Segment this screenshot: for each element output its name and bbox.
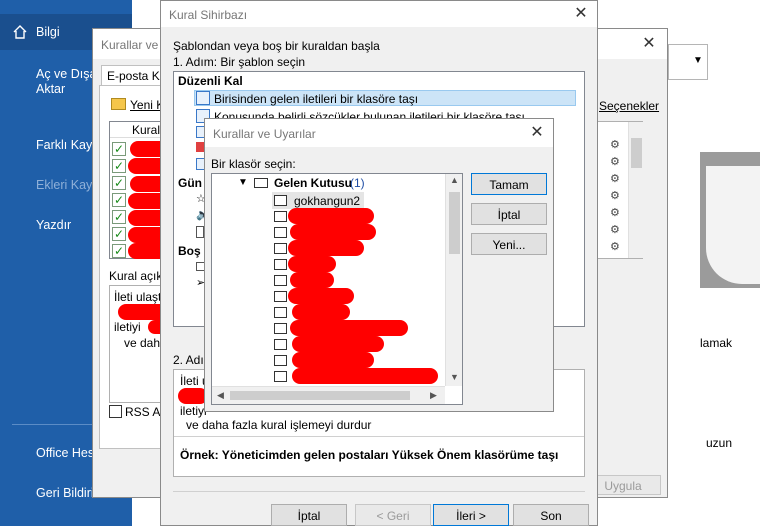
folder-tree-vscroll-thumb[interactable] <box>449 192 460 254</box>
scroll-down-icon[interactable]: ▼ <box>450 372 459 382</box>
redacted-folder-name[interactable] <box>292 352 374 368</box>
preview-thumbnail-inner <box>706 166 760 284</box>
dropdown-arrow-icon: ▼ <box>693 55 703 66</box>
wizard-intro: Şablondan veya boş bir kuraldan başla <box>173 39 380 53</box>
collapse-arrow-icon[interactable]: ▼ <box>238 177 248 188</box>
options-link[interactable]: Seçenekler <box>599 99 659 113</box>
rule-enabled-checkbox[interactable]: ✓ <box>112 159 126 173</box>
rss-checkbox[interactable] <box>109 405 122 418</box>
folder-picker-titlebar: Kurallar ve Uyarılar ✕ <box>205 119 553 147</box>
redacted-folder-name[interactable] <box>288 256 336 272</box>
rule-options-icon[interactable]: ⚙ <box>610 155 620 168</box>
inbox-unread-count: (1) <box>350 176 365 190</box>
move-to-folder-icon <box>196 91 210 105</box>
rule-options-icon[interactable]: ⚙ <box>610 223 620 236</box>
background-text-2: uzun <box>706 436 733 450</box>
wizard-example: Örnek: Yöneticimden gelen postaları Yüks… <box>180 448 559 462</box>
redacted-folder-name[interactable] <box>292 368 438 384</box>
rule-enabled-checkbox[interactable]: ✓ <box>112 176 126 190</box>
redacted-folder-name[interactable] <box>288 240 364 256</box>
folder-cancel-button[interactable]: İptal <box>471 203 547 225</box>
folder-tree-hscroll-thumb[interactable] <box>230 391 410 400</box>
folder-picker-dialog: Kurallar ve Uyarılar ✕ Bir klasör seçin:… <box>204 118 554 412</box>
folder-tree[interactable]: ▼ Gelen Kutusu (1) gokhangun2 ▲ ▼ ◀ ▶ <box>211 173 463 405</box>
close-icon[interactable]: ✕ <box>571 4 591 24</box>
folder-icon <box>274 355 287 366</box>
folder-icon <box>274 275 287 286</box>
rule-options-icon[interactable]: ⚙ <box>610 206 620 219</box>
rule-enabled-checkbox[interactable]: ✓ <box>112 227 126 241</box>
folder-icon <box>274 211 287 222</box>
folder-icon <box>274 307 287 318</box>
close-icon[interactable]: ✕ <box>639 34 659 54</box>
redacted-folder-name[interactable] <box>292 336 384 352</box>
group-blank: Boş <box>178 244 201 258</box>
folder-icon <box>274 195 287 206</box>
redacted-folder-name[interactable] <box>290 320 408 336</box>
folder-icon <box>274 323 287 334</box>
folder-icon <box>274 259 287 270</box>
folder-icon <box>274 227 287 238</box>
folder-new-button[interactable]: Yeni... <box>471 233 547 255</box>
scroll-left-icon[interactable]: ◀ <box>217 390 224 401</box>
rule-enabled-checkbox[interactable]: ✓ <box>112 193 126 207</box>
rules-scrollbar-thumb[interactable] <box>631 138 642 168</box>
rule-options-icon[interactable]: ⚙ <box>610 240 620 253</box>
home-icon <box>13 25 27 39</box>
wizard-finish-button[interactable]: Son <box>513 504 589 526</box>
folder-inbox[interactable]: Gelen Kutusu <box>274 176 352 190</box>
folder-tree-vscroll[interactable]: ▲ ▼ <box>445 174 462 386</box>
rules-scrollbar[interactable] <box>628 122 643 258</box>
rule-enabled-checkbox[interactable]: ✓ <box>112 244 126 258</box>
inbox-icon <box>254 178 268 188</box>
account-dropdown[interactable]: ▼ <box>668 44 708 80</box>
rule-enabled-checkbox[interactable]: ✓ <box>112 142 126 156</box>
redacted-folder-name[interactable] <box>288 208 374 224</box>
rules-wizard-titlebar: Kural Sihirbazı ✕ <box>161 1 597 27</box>
group-organized: Düzenli Kal <box>178 74 243 88</box>
close-icon[interactable]: ✕ <box>527 123 547 143</box>
wizard-step1: 1. Adım: Bir şablon seçin <box>173 55 306 69</box>
redacted-folder-name[interactable] <box>292 304 350 320</box>
folder-ok-button[interactable]: Tamam <box>471 173 547 195</box>
new-rule-icon <box>111 98 126 110</box>
redacted-folder-name[interactable] <box>290 272 334 288</box>
rule-options-icon[interactable]: ⚙ <box>610 189 620 202</box>
rule-options-icon[interactable]: ⚙ <box>610 138 620 151</box>
redacted-folder-name[interactable] <box>288 288 354 304</box>
folder-icon <box>274 371 287 382</box>
folder-icon <box>274 339 287 350</box>
folder-icon <box>274 243 287 254</box>
folder-tree-hscroll[interactable]: ◀ ▶ <box>212 386 445 404</box>
separator <box>174 436 584 437</box>
folder-picker-label: Bir klasör seçin: <box>211 157 296 171</box>
background-text-1: lamak <box>700 336 733 350</box>
rule-description-label: Kural açıkl <box>109 269 166 283</box>
wizard-next-button[interactable]: İleri > <box>433 504 509 526</box>
scroll-up-icon[interactable]: ▲ <box>450 175 459 185</box>
phone-icon <box>196 226 204 238</box>
wizard-back-button[interactable]: < Geri <box>355 504 431 526</box>
rule-options-icon[interactable]: ⚙ <box>610 172 620 185</box>
footer-separator <box>173 491 585 492</box>
rule-enabled-checkbox[interactable]: ✓ <box>112 210 126 224</box>
redacted-folder-name[interactable] <box>290 224 376 240</box>
rule-actions-list: ⚙ ⚙ ⚙ ⚙ ⚙ ⚙ ⚙ <box>593 121 643 259</box>
folder-icon <box>274 291 287 302</box>
scroll-right-icon[interactable]: ▶ <box>430 390 437 401</box>
wizard-cancel-button[interactable]: İptal <box>271 504 347 526</box>
group-current: Gün <box>178 176 202 190</box>
